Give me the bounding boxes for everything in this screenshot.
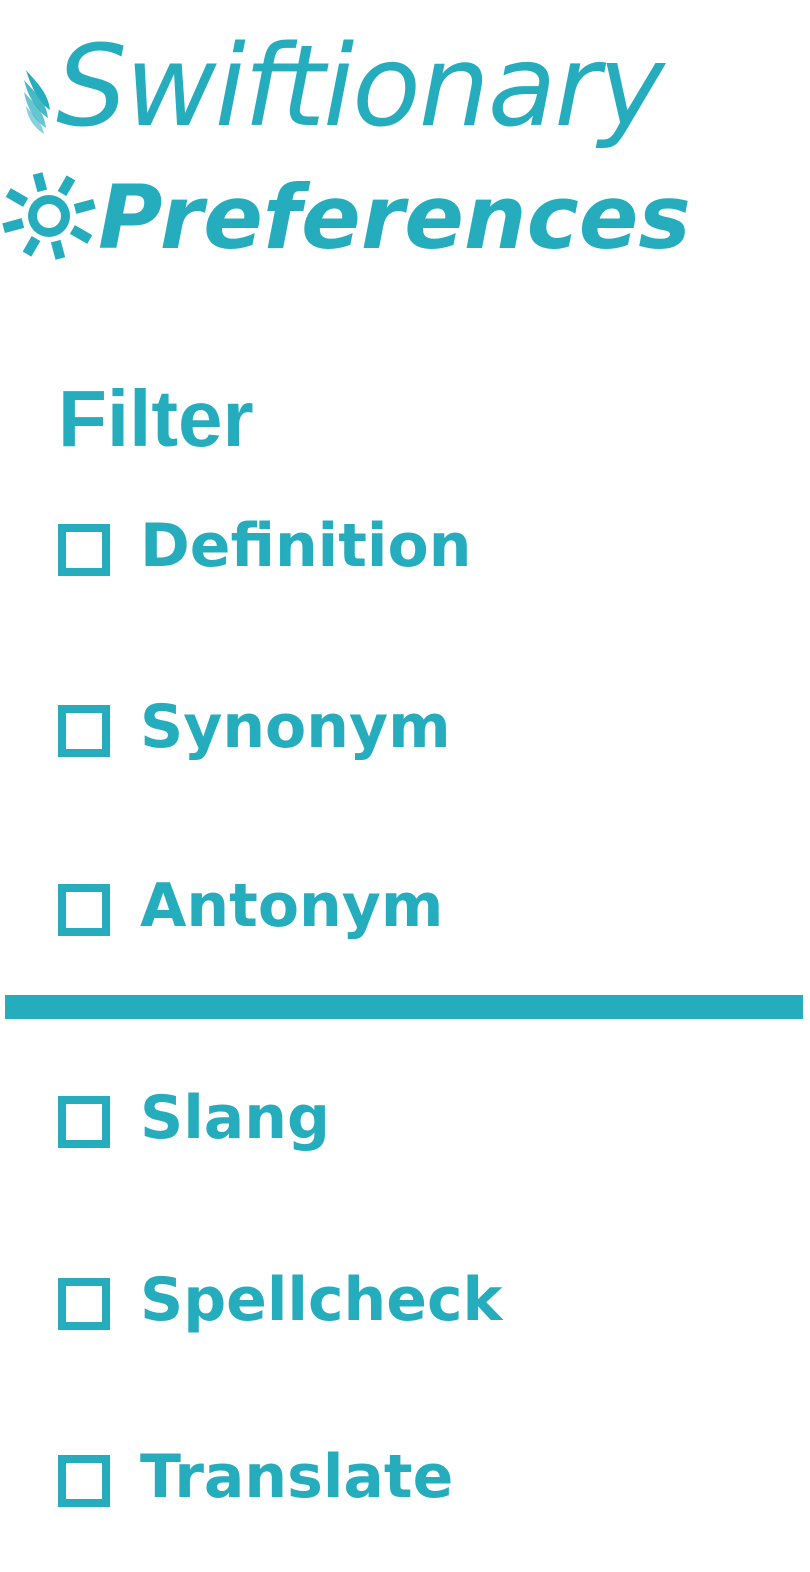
- option-translate[interactable]: Translate: [58, 1442, 778, 1517]
- option-label: Definition: [140, 511, 472, 581]
- option-slang[interactable]: Slang: [58, 1083, 778, 1158]
- feather-icon: [24, 70, 50, 134]
- checkbox-unchecked-icon[interactable]: [58, 524, 110, 576]
- checkbox-unchecked-icon[interactable]: [58, 1455, 110, 1507]
- option-synonym[interactable]: Synonym: [58, 692, 778, 767]
- option-spellcheck[interactable]: Spellcheck: [58, 1265, 778, 1340]
- checkbox-unchecked-icon[interactable]: [58, 705, 110, 757]
- page-title: Preferences: [98, 166, 691, 269]
- section-divider: [5, 995, 803, 1019]
- filter-heading: Filter: [58, 374, 254, 463]
- checkbox-unchecked-icon[interactable]: [58, 1278, 110, 1330]
- option-label: Synonym: [140, 692, 451, 762]
- option-label: Slang: [140, 1083, 330, 1153]
- gear-icon: [2, 172, 96, 260]
- option-label: Spellcheck: [140, 1265, 503, 1335]
- page-header: Preferences: [0, 168, 800, 268]
- app-title: Swiftionary: [56, 22, 665, 152]
- checkbox-unchecked-icon[interactable]: [58, 884, 110, 936]
- option-label: Translate: [140, 1442, 454, 1512]
- checkbox-unchecked-icon[interactable]: [58, 1096, 110, 1148]
- option-definition[interactable]: Definition: [58, 511, 778, 586]
- app-logo: Swiftionary: [22, 22, 802, 160]
- option-antonym[interactable]: Antonym: [58, 871, 778, 946]
- option-label: Antonym: [140, 871, 444, 941]
